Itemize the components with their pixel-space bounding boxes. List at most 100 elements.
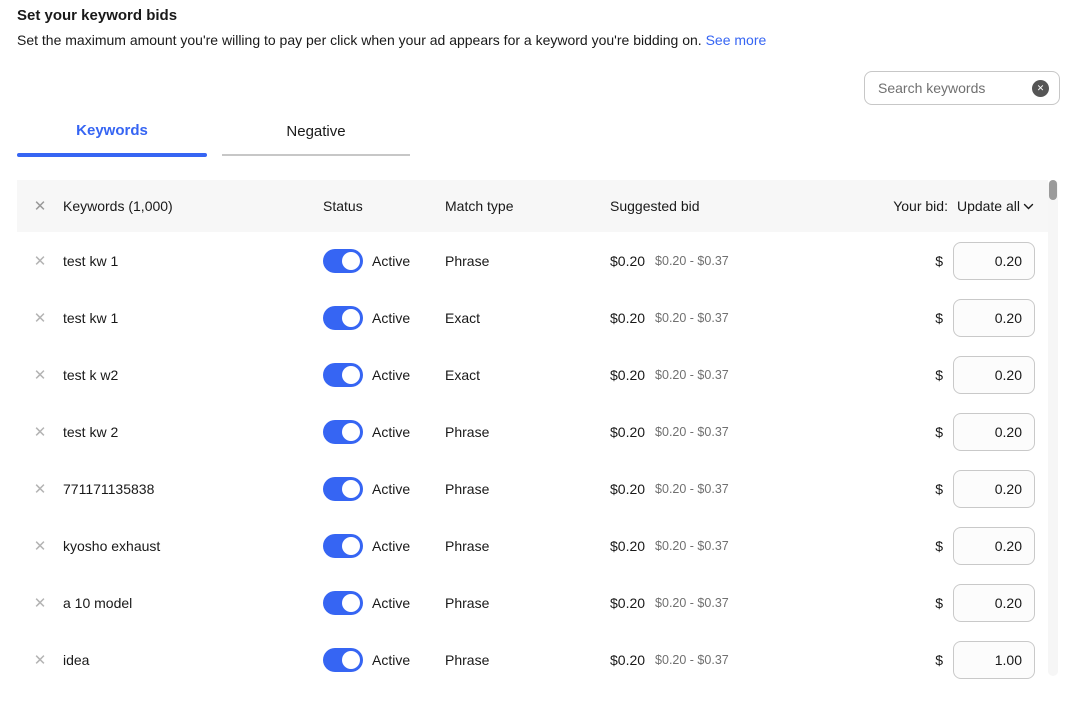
match-type-label: Phrase: [445, 424, 489, 440]
keyword-label: idea: [63, 652, 89, 668]
remove-keyword-icon[interactable]: ✕: [34, 252, 47, 270]
bid-input[interactable]: [953, 413, 1035, 451]
keyword-label: test kw 1: [63, 253, 118, 269]
table-row: ✕ kyosho exhaust Active Phrase $0.20 $0.…: [17, 517, 1048, 574]
tab-negative-underline: [222, 154, 410, 156]
search-input[interactable]: [878, 80, 1032, 96]
toggle-knob: [342, 480, 360, 498]
table-row: ✕ test kw 1 Active Exact $0.20 $0.20 - $…: [17, 289, 1048, 346]
tab-bar: Keywords Negative: [17, 122, 410, 157]
status-toggle[interactable]: [323, 534, 363, 558]
currency-symbol: $: [935, 367, 943, 383]
match-type-label: Phrase: [445, 595, 489, 611]
header-your-bid: Your bid:: [893, 198, 948, 214]
keyword-label: 771171135838: [63, 481, 154, 497]
table-row: ✕ a 10 model Active Phrase $0.20 $0.20 -…: [17, 574, 1048, 631]
match-type-label: Phrase: [445, 652, 489, 668]
match-type-label: Phrase: [445, 481, 489, 497]
toggle-knob: [342, 252, 360, 270]
status-toggle[interactable]: [323, 477, 363, 501]
header-match-type: Match type: [445, 198, 513, 214]
currency-symbol: $: [935, 481, 943, 497]
suggested-bid-range: $0.20 - $0.37: [655, 311, 729, 325]
tab-negative-label: Negative: [222, 123, 410, 154]
status-toggle[interactable]: [323, 420, 363, 444]
status-toggle[interactable]: [323, 249, 363, 273]
suggested-bid-value: $0.20: [610, 253, 645, 269]
clear-search-icon[interactable]: ✕: [1032, 80, 1049, 97]
match-type-label: Phrase: [445, 538, 489, 554]
suggested-bid-value: $0.20: [610, 652, 645, 668]
remove-keyword-icon[interactable]: ✕: [34, 423, 47, 441]
status-label: Active: [372, 310, 410, 326]
status-label: Active: [372, 652, 410, 668]
scrollbar-thumb[interactable]: [1049, 180, 1057, 200]
status-toggle[interactable]: [323, 363, 363, 387]
toggle-knob: [342, 423, 360, 441]
subtitle-text: Set the maximum amount you're willing to…: [17, 32, 702, 48]
match-type-label: Exact: [445, 367, 480, 383]
suggested-bid-range: $0.20 - $0.37: [655, 425, 729, 439]
match-type-label: Exact: [445, 310, 480, 326]
page-title: Set your keyword bids: [17, 7, 177, 24]
status-toggle[interactable]: [323, 306, 363, 330]
remove-keyword-icon[interactable]: ✕: [34, 537, 47, 555]
remove-keyword-icon[interactable]: ✕: [34, 651, 47, 669]
remove-keyword-icon[interactable]: ✕: [34, 309, 47, 327]
suggested-bid-range: $0.20 - $0.37: [655, 482, 729, 496]
currency-symbol: $: [935, 538, 943, 554]
status-toggle[interactable]: [323, 648, 363, 672]
table-row: ✕ test k w2 Active Exact $0.20 $0.20 - $…: [17, 346, 1048, 403]
page-subtitle: Set the maximum amount you're willing to…: [17, 32, 766, 48]
remove-keyword-icon[interactable]: ✕: [34, 594, 47, 612]
toggle-knob: [342, 594, 360, 612]
toggle-knob: [342, 537, 360, 555]
currency-symbol: $: [935, 424, 943, 440]
remove-keyword-icon[interactable]: ✕: [34, 480, 47, 498]
currency-symbol: $: [935, 310, 943, 326]
keyword-label: test kw 2: [63, 424, 118, 440]
suggested-bid-range: $0.20 - $0.37: [655, 596, 729, 610]
keyword-bids-page: Set your keyword bids Set the maximum am…: [0, 0, 1080, 707]
suggested-bid-value: $0.20: [610, 367, 645, 383]
header-status: Status: [323, 198, 363, 214]
header-keywords: Keywords (1,000): [63, 198, 173, 214]
update-all-dropdown[interactable]: Update all: [957, 198, 1035, 214]
bid-input[interactable]: [953, 527, 1035, 565]
table-header-row: ✕ Keywords (1,000) Status Match type Sug…: [17, 180, 1048, 232]
status-label: Active: [372, 538, 410, 554]
chevron-down-icon: [1022, 198, 1035, 214]
remove-keyword-icon[interactable]: ✕: [34, 366, 47, 384]
bid-input[interactable]: [953, 242, 1035, 280]
update-all-label: Update all: [957, 198, 1020, 214]
table-scrollbar[interactable]: [1048, 180, 1058, 676]
bid-input[interactable]: [953, 641, 1035, 679]
suggested-bid-value: $0.20: [610, 595, 645, 611]
remove-all-icon[interactable]: ✕: [34, 197, 47, 215]
tab-negative[interactable]: Negative: [222, 123, 410, 157]
status-label: Active: [372, 595, 410, 611]
suggested-bid-value: $0.20: [610, 310, 645, 326]
tab-keywords[interactable]: Keywords: [17, 122, 207, 157]
keyword-label: kyosho exhaust: [63, 538, 160, 554]
match-type-label: Phrase: [445, 253, 489, 269]
status-toggle[interactable]: [323, 591, 363, 615]
suggested-bid-value: $0.20: [610, 481, 645, 497]
search-keywords-box[interactable]: ✕: [864, 71, 1060, 105]
status-label: Active: [372, 481, 410, 497]
keyword-label: a 10 model: [63, 595, 132, 611]
bid-input[interactable]: [953, 299, 1035, 337]
currency-symbol: $: [935, 595, 943, 611]
suggested-bid-value: $0.20: [610, 538, 645, 554]
see-more-link[interactable]: See more: [706, 32, 767, 48]
suggested-bid-range: $0.20 - $0.37: [655, 653, 729, 667]
table-row: ✕ 771171135838 Active Phrase $0.20 $0.20…: [17, 460, 1048, 517]
tab-keywords-label: Keywords: [17, 122, 207, 153]
bid-input[interactable]: [953, 470, 1035, 508]
bid-input[interactable]: [953, 584, 1035, 622]
suggested-bid-range: $0.20 - $0.37: [655, 539, 729, 553]
suggested-bid-range: $0.20 - $0.37: [655, 254, 729, 268]
bid-input[interactable]: [953, 356, 1035, 394]
table-row: ✕ test kw 2 Active Phrase $0.20 $0.20 - …: [17, 403, 1048, 460]
toggle-knob: [342, 651, 360, 669]
